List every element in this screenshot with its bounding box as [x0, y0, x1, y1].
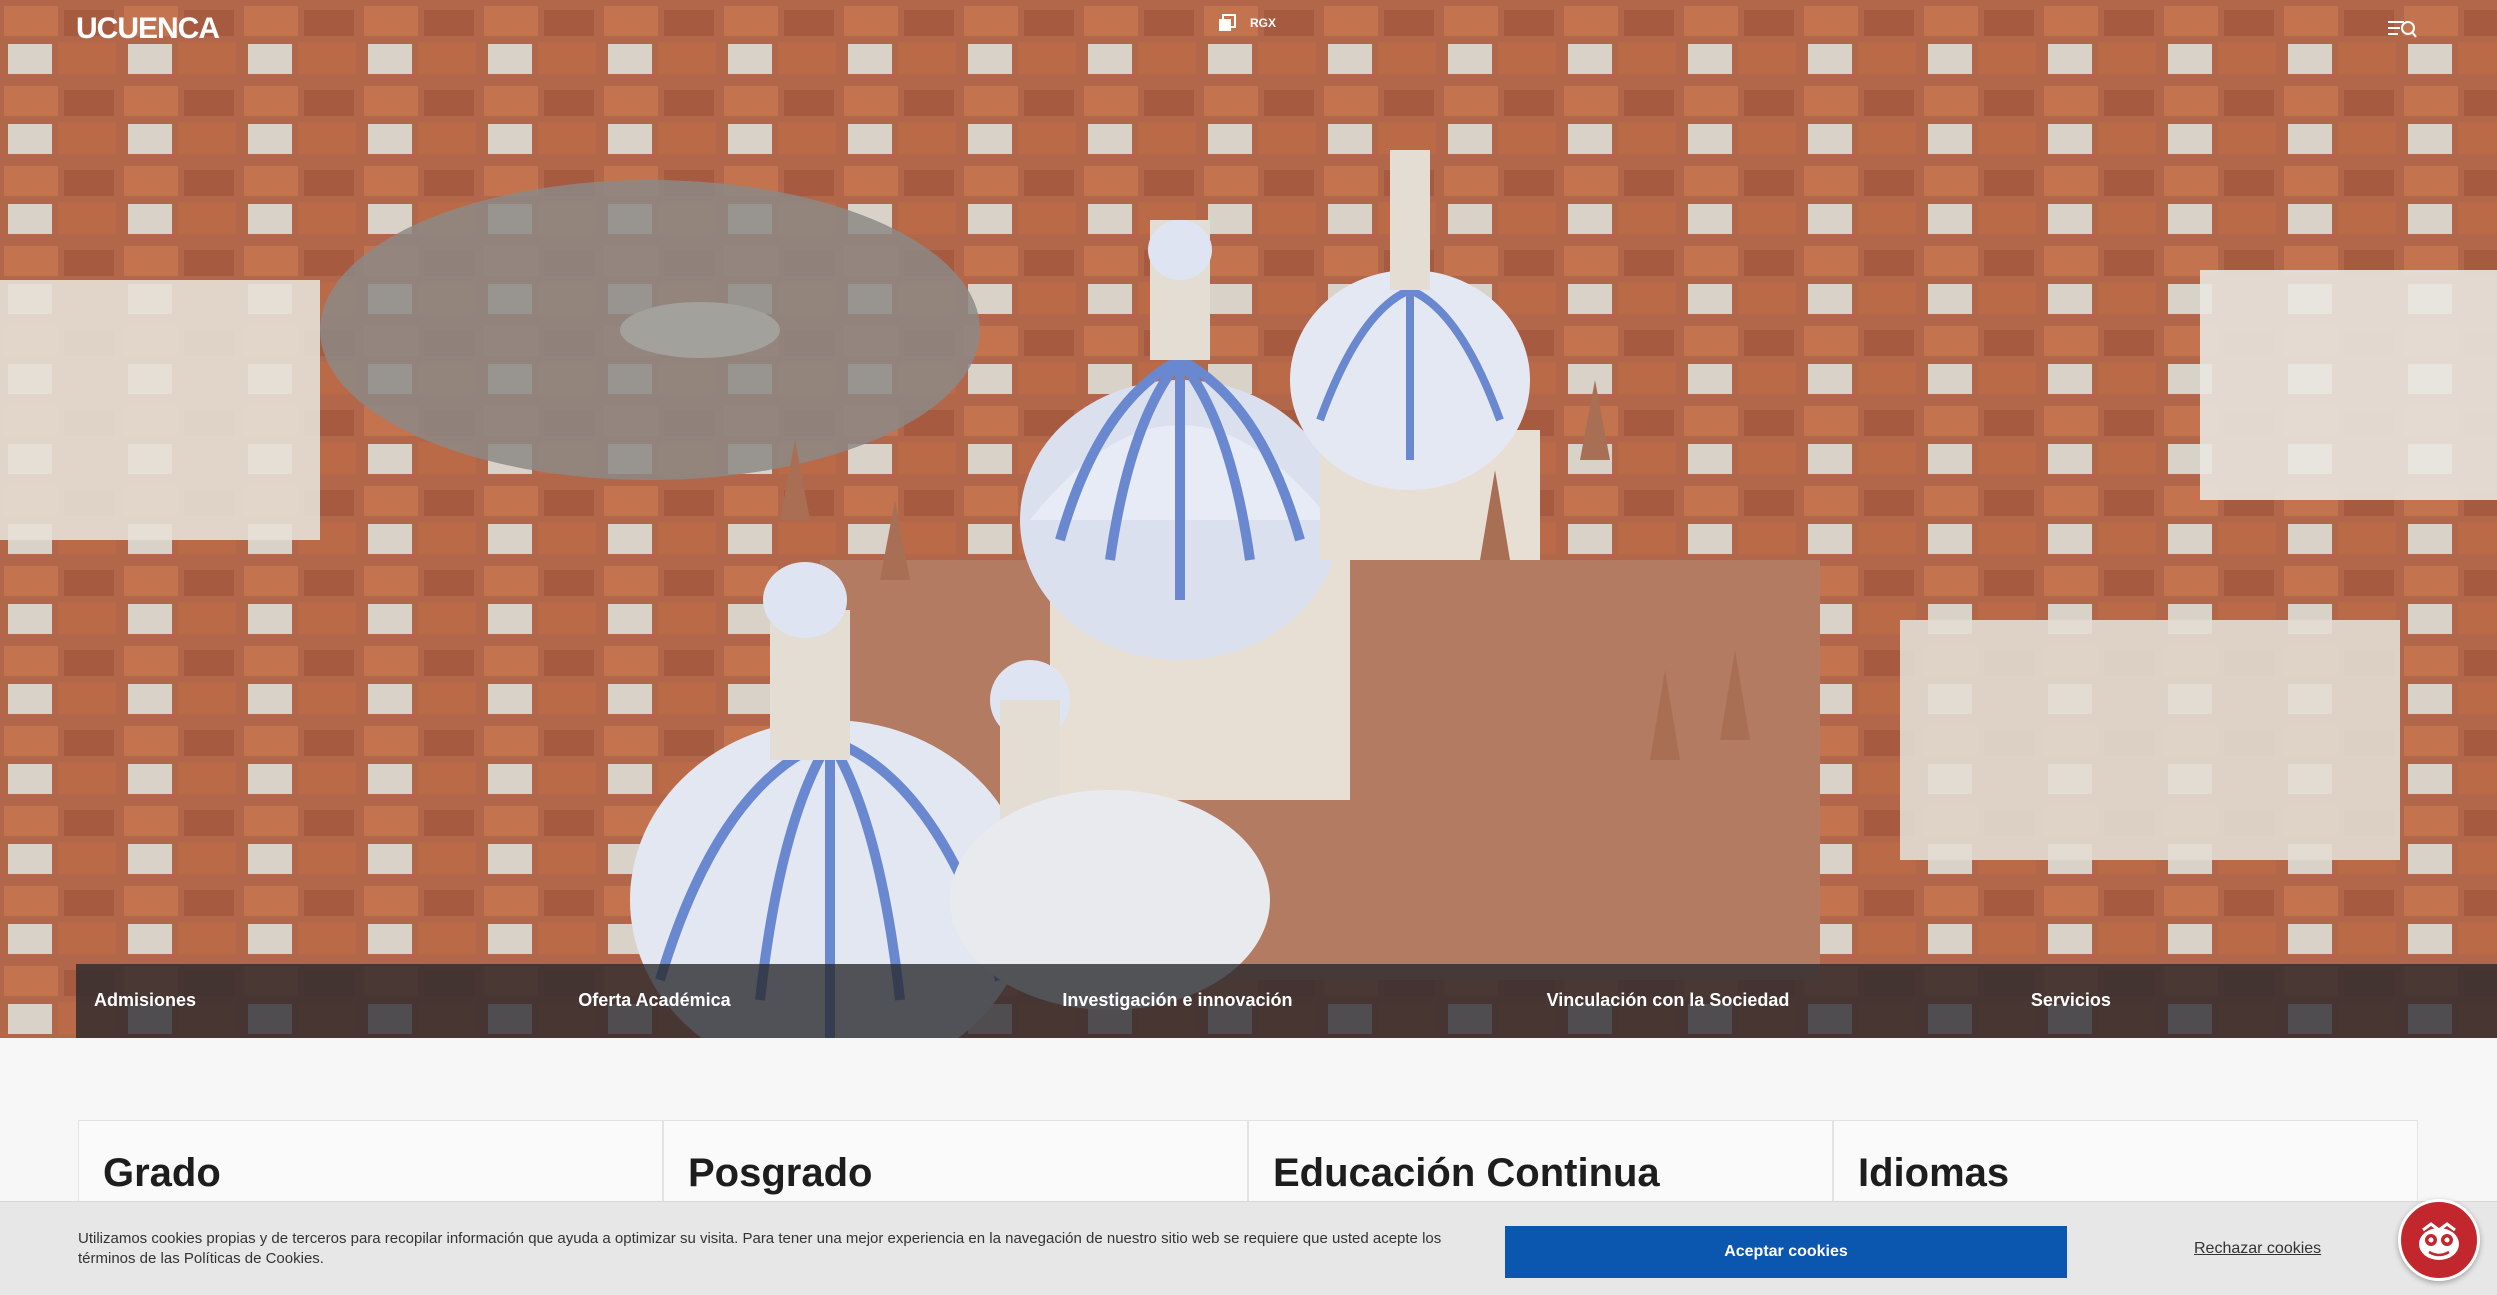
cathedral-aerial-image [0, 0, 2497, 1038]
nav-item-servicios[interactable]: Servicios [2013, 964, 2497, 1038]
cookie-message: Utilizamos cookies propias y de terceros… [78, 1230, 1442, 1267]
reject-cookies-link[interactable]: Rechazar cookies [2194, 1240, 2321, 1258]
hero-video: UCUENCA RGX Admisiones Oferta Académica … [0, 0, 2497, 1038]
ucuenca-logo[interactable]: UCUENCA [76, 12, 220, 46]
copy-window-icon[interactable] [1218, 14, 1236, 32]
nav-item-investigacion[interactable]: Investigación e innovación [1044, 964, 1528, 1038]
cookie-banner: Utilizamos cookies propias y de terceros… [0, 1201, 2497, 1295]
chat-assistant-icon[interactable] [2398, 1199, 2480, 1281]
top-bar: UCUENCA RGX [0, 0, 2497, 60]
menu-search-icon[interactable] [2386, 14, 2418, 42]
card-title: Idiomas [1858, 1151, 2010, 1195]
nav-item-vinculacion[interactable]: Vinculación con la Sociedad [1529, 964, 2013, 1038]
card-title: Educación Continua [1273, 1151, 1660, 1195]
card-title: Grado [103, 1151, 221, 1195]
card-title: Posgrado [688, 1151, 873, 1195]
main-nav: Admisiones Oferta Académica Investigació… [76, 964, 2497, 1038]
nav-item-oferta-academica[interactable]: Oferta Académica [560, 964, 1044, 1038]
accept-cookies-button[interactable]: Aceptar cookies [1505, 1226, 2067, 1278]
nav-item-admisiones[interactable]: Admisiones [76, 964, 560, 1038]
rgx-group: RGX [1218, 14, 1276, 32]
rgx-label[interactable]: RGX [1250, 16, 1276, 30]
